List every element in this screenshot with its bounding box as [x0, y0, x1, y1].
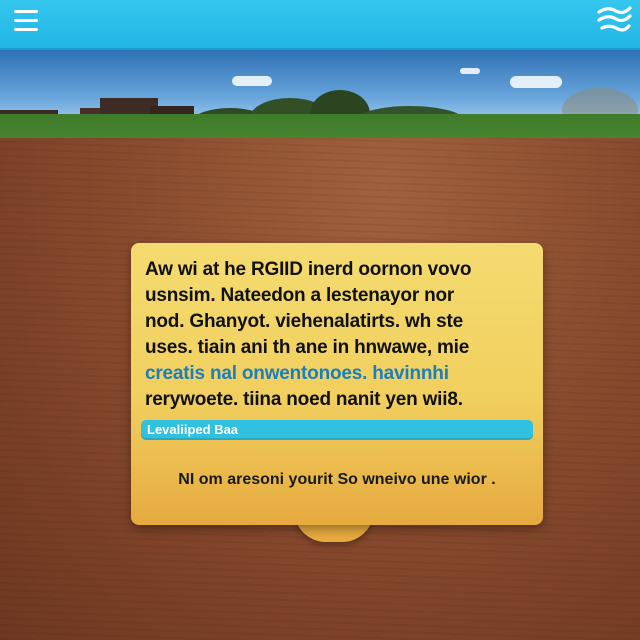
dialog-line-highlight: creatis nal onwentonoes. havinnhi [145, 363, 449, 384]
dialog-line: nod. Ghanyot. viehenalatirts. wh ste [145, 311, 463, 332]
dialog-body: Aw wi at he RGIID inerd oornon vovo usns… [145, 257, 535, 413]
dialog-line: rerywoete. tiina noed nanit yen wii8. [145, 389, 463, 410]
wave-logo-icon[interactable] [596, 4, 632, 36]
dialog-line: usnsim. Nateedon a lestenayor nor [145, 285, 455, 306]
cloud [510, 76, 562, 88]
progress-bar[interactable]: Levaliiped Baa [141, 420, 533, 440]
menu-icon[interactable] [8, 4, 42, 38]
dialog-footer-text: NI om aresoni yourit So wneivo une wior … [178, 471, 496, 488]
cloud [460, 68, 480, 74]
progress-label: Levaliiped Baa [147, 422, 239, 437]
message-dialog: Aw wi at he RGIID inerd oornon vovo usns… [131, 243, 543, 525]
dialog-line: Aw wi at he RGIID inerd oornon vovo [145, 259, 472, 280]
top-bar [0, 0, 640, 50]
cloud [232, 76, 272, 86]
dialog-line: uses. tiain ani th ane in hnwawe, mie [145, 337, 470, 358]
